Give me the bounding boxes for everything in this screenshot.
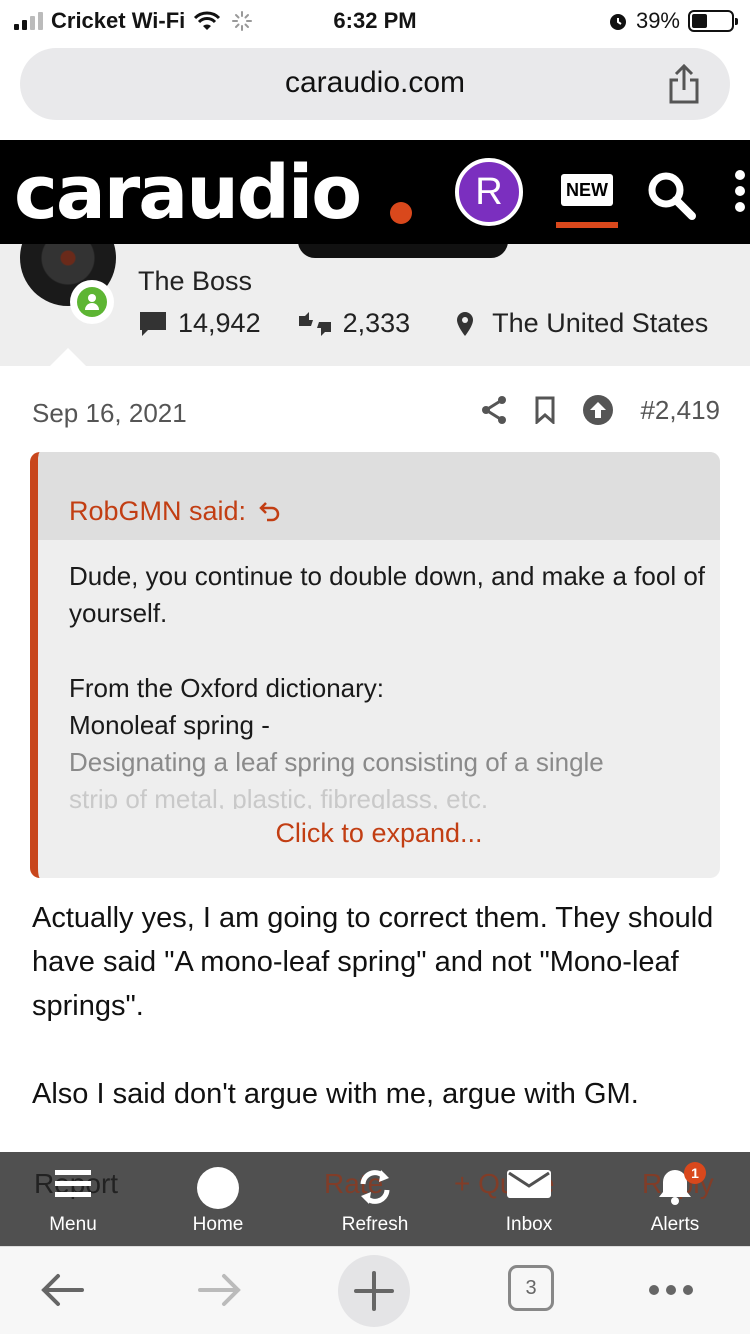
- location-label: The United States: [492, 308, 709, 338]
- post-number[interactable]: #2,419: [640, 395, 720, 426]
- nav-alerts-label: Alerts: [650, 1214, 700, 1235]
- post-actions: #2,419: [454, 394, 720, 426]
- post-paragraph: Actually yes, I am going to correct them…: [32, 902, 714, 1022]
- post-paragraph: Also I said don't argue with me, argue w…: [32, 1078, 639, 1110]
- refresh-icon: [360, 1170, 390, 1204]
- nav-alerts[interactable]: Alerts: [610, 1152, 740, 1246]
- location-stat: The United States: [454, 308, 708, 339]
- upvote-icon[interactable]: [582, 394, 614, 426]
- quote-block: RobGMN said: Dude, you continue to doubl…: [30, 452, 720, 878]
- quote-body: Dude, you continue to double down, and m…: [69, 558, 709, 809]
- author-stats: 14,942 2,333 The United States: [138, 308, 708, 339]
- address-bar[interactable]: caraudio.com: [20, 48, 730, 120]
- nav-home-label: Home: [192, 1214, 244, 1235]
- share-icon[interactable]: [666, 62, 702, 106]
- plus-icon: [354, 1271, 394, 1311]
- battery-fill: [692, 14, 707, 28]
- nav-inbox-label: Inbox: [505, 1214, 553, 1235]
- message-icon: [140, 311, 166, 336]
- site-header: caraudio R NEW: [0, 140, 750, 244]
- new-tab-button[interactable]: [338, 1255, 410, 1327]
- more-menu-icon[interactable]: [730, 170, 750, 220]
- battery-icon: [688, 10, 738, 32]
- app-bottom-nav: Report Rate + Quote Reply Menu Home Refr…: [0, 1152, 750, 1246]
- logo-dot: [390, 202, 412, 224]
- url-text[interactable]: caraudio.com: [20, 66, 730, 100]
- thumbs-icon: [298, 311, 331, 336]
- quote-header: RobGMN said:: [38, 452, 720, 540]
- quote-line: Monoleaf spring -: [69, 710, 270, 740]
- reactions-stat: 2,333: [297, 308, 411, 339]
- quote-line: From the Oxford dictionary:: [69, 673, 384, 703]
- reactions-count: 2,333: [342, 308, 411, 338]
- nav-refresh-label: Refresh: [341, 1214, 409, 1235]
- active-indicator: [556, 222, 618, 228]
- bookmark-icon[interactable]: [534, 396, 556, 424]
- nav-menu-label: Menu: [49, 1214, 97, 1235]
- browser-toolbar: 3: [0, 1246, 750, 1334]
- forward-arrow-icon[interactable]: [194, 1265, 244, 1315]
- nav-inbox[interactable]: Inbox: [464, 1152, 594, 1246]
- alerts-count-badge: 1: [684, 1162, 706, 1184]
- messages-stat: 14,942: [138, 308, 261, 339]
- messages-count: 14,942: [178, 308, 261, 338]
- panel-pointer: [48, 348, 88, 368]
- location-pin-icon: [457, 311, 474, 336]
- author-role: The Boss: [138, 266, 253, 296]
- quote-line: strip of metal, plastic, fibreglass, etc…: [69, 784, 489, 809]
- quote-author[interactable]: RobGMN said:: [69, 496, 246, 527]
- post-author-panel: The Boss 14,942 2,333 The United States: [0, 244, 750, 366]
- share-post-icon[interactable]: [480, 395, 508, 425]
- battery-info: 39%: [608, 8, 738, 34]
- post-date[interactable]: Sep 16, 2021: [32, 398, 187, 429]
- tabs-button[interactable]: 3: [508, 1265, 554, 1311]
- site-logo[interactable]: caraudio: [14, 148, 362, 238]
- quote-line: Designating a leaf spring consisting of …: [69, 747, 604, 777]
- jump-to-quote-icon[interactable]: [258, 499, 282, 523]
- whats-new-button[interactable]: NEW: [561, 174, 613, 206]
- envelope-icon: [507, 1170, 551, 1198]
- quote-line: Dude, you continue to double down, and m…: [69, 561, 705, 628]
- member-badge: [298, 244, 508, 258]
- nav-home[interactable]: Home: [153, 1152, 283, 1246]
- status-bar: Cricket Wi-Fi 6:32 PM 39%: [0, 0, 750, 42]
- online-status-icon: [70, 280, 114, 324]
- account-avatar[interactable]: R: [455, 158, 523, 226]
- menu-icon: [55, 1170, 91, 1197]
- nav-menu[interactable]: Menu: [8, 1152, 138, 1246]
- search-icon[interactable]: [644, 168, 700, 224]
- battery-percent: 39%: [635, 8, 680, 33]
- post-body: Actually yes, I am going to correct them…: [32, 896, 722, 1116]
- expand-quote-link[interactable]: Click to expand...: [38, 818, 720, 849]
- nav-refresh[interactable]: Refresh: [310, 1152, 440, 1246]
- back-arrow-icon[interactable]: [38, 1265, 88, 1315]
- more-options-icon[interactable]: [646, 1275, 696, 1305]
- home-icon: [197, 1167, 239, 1209]
- alarm-icon: [609, 14, 626, 30]
